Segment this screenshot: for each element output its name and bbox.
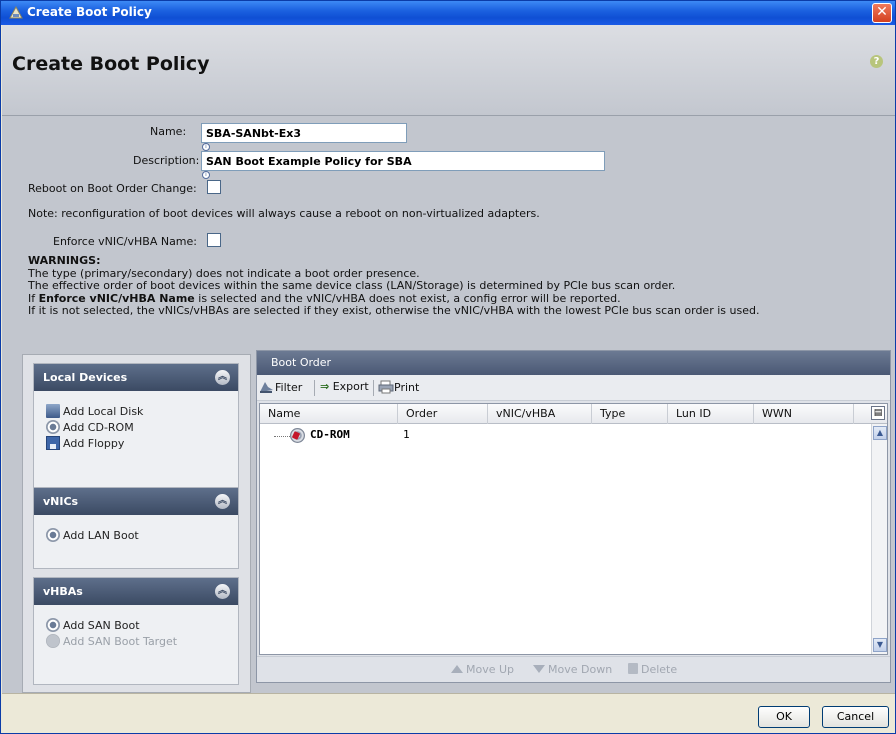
toolbar-separator [314,380,315,396]
column-header-vnic-vhba[interactable]: vNIC/vHBA [488,404,592,424]
vnics-title: vNICs [43,495,79,508]
close-button[interactable]: ✕ [872,3,892,23]
vertical-scrollbar[interactable]: ▲ ▼ [871,424,887,654]
warnings-block: WARNINGS: The type (primary/secondary) d… [28,254,760,318]
vnics-header[interactable]: vNICs ︽ [34,488,238,515]
collapse-local-devices-icon[interactable]: ︽ [215,370,230,385]
column-header-type[interactable]: Type [592,404,668,424]
name-info-icon: i [202,143,210,151]
filter-button[interactable]: Filter [259,380,302,396]
collapse-vnics-icon[interactable]: ︽ [215,494,230,509]
collapse-vhbas-icon[interactable]: ︽ [215,584,230,599]
disk-icon [46,404,60,418]
move-down-button: Move Down [533,663,612,676]
move-up-icon [451,665,463,673]
device-sections-panel: Local Devices ︽ Add Local Disk Add CD-RO… [22,354,251,693]
reboot-label: Reboot on Boot Order Change: [28,182,197,195]
enforce-label: Enforce vNIC/vHBA Name: [53,235,197,248]
name-field[interactable] [201,123,407,143]
delete-button: Delete [628,663,677,676]
header-band: Create Boot Policy ? [2,25,895,116]
vhbas-section: vHBAs ︽ Add SAN Boot Add SAN Boot Target [33,577,239,685]
cd-rom-icon [290,428,305,443]
column-header-wwn[interactable]: WWN [754,404,854,424]
cd-icon [46,420,60,434]
title-bar[interactable]: Create Boot Policy ✕ [1,1,895,25]
floppy-icon [46,436,60,450]
add-local-disk[interactable]: Add Local Disk [46,404,143,420]
help-icon[interactable]: ? [870,55,883,68]
add-san-boot[interactable]: Add SAN Boot [46,618,140,634]
print-button[interactable]: Print [378,380,419,396]
boot-order-title: Boot Order [257,351,890,375]
boot-order-panel: Boot Order Filter ⇒ Export Print Name Or… [256,350,891,683]
warning-line-4: If it is not selected, the vNICs/vHBAs a… [28,304,760,318]
move-up-button: Move Up [451,663,514,676]
app-icon [9,6,23,19]
column-header-order[interactable]: Order [398,404,488,424]
row-name: CD-ROM [310,428,350,441]
add-cd-rom[interactable]: Add CD-ROM [46,420,134,436]
enforce-name-emphasis: Enforce vNIC/vHBA Name [38,291,195,305]
lan-boot-icon [46,528,60,542]
cancel-button[interactable]: Cancel [822,706,889,728]
description-label: Description: [133,154,200,167]
vhbas-title: vHBAs [43,585,83,598]
dialog-footer: OK Cancel [2,693,895,733]
tree-connector [274,436,290,437]
vhbas-header[interactable]: vHBAs ︽ [34,578,238,605]
san-boot-target-icon [46,634,60,648]
description-info-icon: i [202,171,210,179]
local-devices-title: Local Devices [43,371,128,384]
add-lan-boot[interactable]: Add LAN Boot [46,528,139,544]
policy-form: Name: i Description: i Reboot on Boot Or… [2,116,895,348]
scroll-down-icon[interactable]: ▼ [873,638,887,652]
reconfiguration-note: Note: reconfiguration of boot devices wi… [28,207,540,220]
name-label: Name: [150,125,187,138]
column-chooser-icon[interactable]: ▤ [871,406,885,420]
column-header-lun-id[interactable]: Lun ID [668,404,754,424]
toolbar-separator [373,380,374,396]
trash-icon [628,663,638,674]
local-devices-section: Local Devices ︽ Add Local Disk Add CD-RO… [33,363,239,488]
add-san-boot-target: Add SAN Boot Target [46,634,177,650]
table-header: Name Order vNIC/vHBA Type Lun ID WWN ▤ [260,404,887,424]
boot-order-table: Name Order vNIC/vHBA Type Lun ID WWN ▤ C… [259,403,888,655]
scroll-up-icon[interactable]: ▲ [873,426,887,440]
filter-icon [260,382,273,393]
ok-button[interactable]: OK [758,706,810,728]
window-title: Create Boot Policy [27,5,152,19]
description-field[interactable] [201,151,605,171]
enforce-checkbox[interactable] [207,233,221,247]
export-arrow-icon: ⇒ [320,380,330,393]
lower-area: Local Devices ︽ Add Local Disk Add CD-RO… [2,348,895,693]
column-header-name[interactable]: Name [260,404,398,424]
create-boot-policy-window: Create Boot Policy ✕ Create Boot Policy … [0,0,896,734]
vnics-section: vNICs ︽ Add LAN Boot [33,487,239,569]
local-devices-header[interactable]: Local Devices ︽ [34,364,238,391]
page-title: Create Boot Policy [12,53,210,75]
export-button[interactable]: ⇒ Export [320,380,369,396]
move-down-icon [533,665,545,673]
boot-order-toolbar: Filter ⇒ Export Print [257,375,890,401]
row-order: 1 [403,428,410,441]
add-floppy[interactable]: Add Floppy [46,436,124,452]
san-boot-icon [46,618,60,632]
reboot-checkbox[interactable] [207,180,221,194]
warnings-title: WARNINGS: [28,254,101,267]
boot-order-actions: Move Up Move Down Delete [257,656,890,682]
printer-icon [378,380,394,394]
table-row[interactable]: CD-ROM 1 [260,426,870,446]
